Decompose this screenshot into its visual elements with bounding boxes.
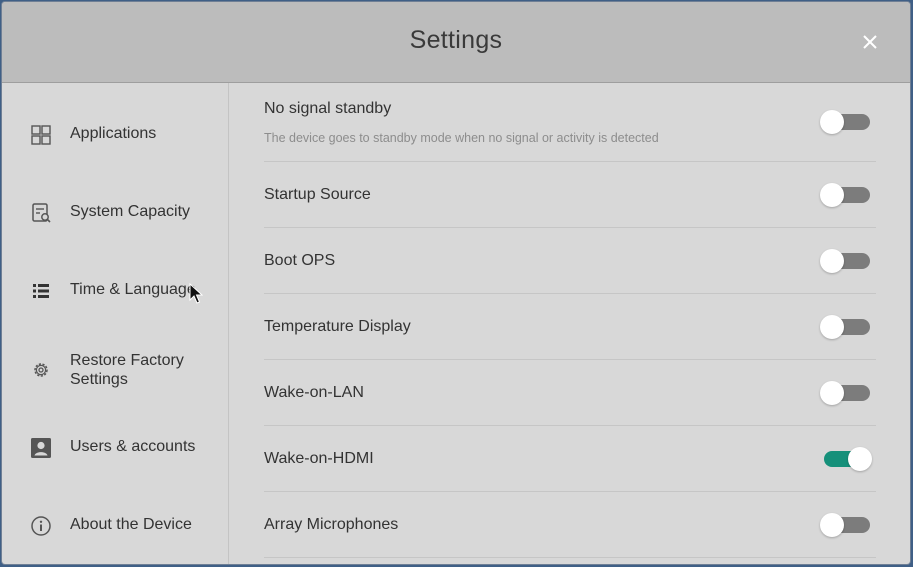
setting-row-no-signal-standby: No signal standby The device goes to sta… [264, 83, 876, 162]
sidebar-item-label: Users & accounts [70, 438, 196, 455]
sidebar-item-label: Applications [70, 125, 157, 142]
setting-row-temperature-display: Temperature Display [264, 294, 876, 360]
storage-icon [30, 202, 52, 224]
sidebar: Applications System Capacity Time & Lang… [2, 83, 229, 564]
setting-label: No signal standby [264, 100, 392, 117]
sidebar-item-label: About the Device [70, 516, 192, 533]
sidebar-item-time-language[interactable]: Time & Language [2, 261, 228, 321]
close-button[interactable] [858, 30, 882, 54]
setting-row-wake-on-lan: Wake-on-LAN [264, 360, 876, 426]
toggle-switch-startup-source[interactable] [820, 183, 870, 207]
setting-row-wake-on-hdmi: Wake-on-HDMI [264, 426, 876, 492]
setting-label: Array Microphones [264, 516, 399, 533]
gear-icon [30, 359, 52, 381]
sidebar-item-system-capacity[interactable]: System Capacity [2, 183, 228, 243]
setting-label: Startup Source [264, 186, 371, 203]
settings-list: No signal standby The device goes to sta… [229, 83, 910, 564]
setting-row-startup-source: Startup Source [264, 162, 876, 228]
sidebar-item-label: Time & Language [70, 281, 196, 298]
sidebar-item-applications[interactable]: Applications [2, 105, 228, 165]
sidebar-item-label: Restore Factory Settings [70, 352, 184, 388]
toggle-switch-no-signal-standby[interactable] [820, 110, 870, 134]
setting-label: Wake-on-LAN [264, 384, 364, 401]
sidebar-item-about-device[interactable]: About the Device [2, 496, 228, 556]
settings-window: Settings Applications System Capacity Ti… [2, 2, 910, 564]
list-icon [30, 280, 52, 302]
setting-label: Temperature Display [264, 318, 411, 335]
grid-icon [30, 124, 52, 146]
toggle-switch-boot-ops[interactable] [820, 249, 870, 273]
setting-description: The device goes to standby mode when no … [264, 131, 659, 145]
setting-label: Boot OPS [264, 252, 336, 269]
setting-row-array-microphones: Array Microphones [264, 492, 876, 558]
account-icon [30, 437, 52, 459]
toggle-switch-array-microphones[interactable] [820, 513, 870, 537]
toggle-switch-temperature-display[interactable] [820, 315, 870, 339]
sidebar-item-restore-factory[interactable]: Restore Factory Settings [2, 339, 228, 401]
info-icon [30, 515, 52, 537]
toggle-switch-wake-on-lan[interactable] [820, 381, 870, 405]
title-bar: Settings [2, 2, 910, 83]
setting-row-boot-ops: Boot OPS [264, 228, 876, 294]
window-title: Settings [409, 26, 503, 54]
close-icon [863, 35, 877, 49]
sidebar-item-users-accounts[interactable]: Users & accounts [2, 418, 228, 478]
toggle-switch-wake-on-hdmi[interactable] [820, 447, 872, 471]
setting-label: Wake-on-HDMI [264, 450, 374, 467]
sidebar-item-label: System Capacity [70, 203, 191, 220]
